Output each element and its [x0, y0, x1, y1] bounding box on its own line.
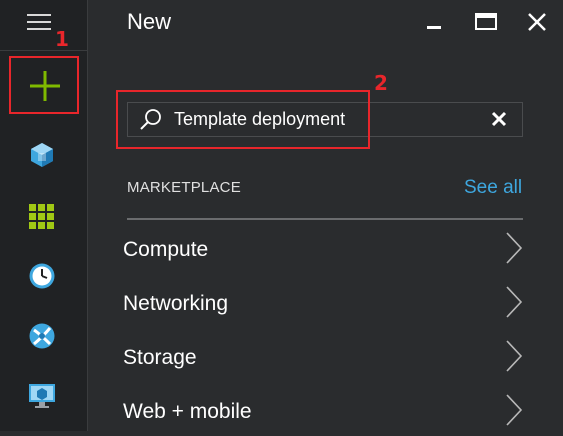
step-1-annotation: 1	[55, 27, 69, 51]
list-item-label: Networking	[123, 292, 229, 315]
close-icon[interactable]	[525, 10, 551, 36]
chevron-right-icon	[506, 286, 523, 318]
minimize-icon[interactable]	[422, 10, 448, 36]
monitor-icon[interactable]	[28, 382, 56, 410]
list-item-web-mobile[interactable]: Web + mobile	[123, 388, 533, 436]
chevron-right-icon	[506, 394, 523, 426]
marketplace-heading: MARKETPLACE	[127, 179, 241, 196]
list-item-networking[interactable]: Networking	[123, 280, 533, 328]
list-item-label: Storage	[123, 346, 197, 369]
list-item-compute[interactable]: Compute	[123, 226, 533, 274]
panel-title: New	[127, 9, 172, 34]
list-item-label: Web + mobile	[123, 400, 252, 423]
sidebar-divider	[0, 50, 88, 51]
search-icon	[140, 109, 161, 130]
clock-icon[interactable]	[28, 262, 56, 290]
list-item-storage[interactable]: Storage	[123, 334, 533, 382]
see-all-link[interactable]: See all	[464, 177, 522, 199]
search-input[interactable]	[174, 108, 474, 130]
sidebar	[0, 0, 88, 431]
chevron-right-icon	[506, 232, 523, 264]
clear-search-icon[interactable]	[490, 110, 508, 128]
chevron-right-icon	[506, 340, 523, 372]
section-divider	[127, 218, 523, 220]
maximize-icon[interactable]	[473, 10, 499, 36]
new-resource-button[interactable]	[9, 56, 79, 114]
list-item-label: Compute	[123, 238, 209, 261]
plus-icon	[30, 71, 60, 101]
hamburger-icon[interactable]	[27, 14, 51, 34]
globe-icon[interactable]	[28, 322, 56, 350]
grid-icon[interactable]	[28, 203, 56, 231]
cube-icon[interactable]	[28, 141, 56, 169]
step-2-annotation: 2	[374, 71, 388, 95]
